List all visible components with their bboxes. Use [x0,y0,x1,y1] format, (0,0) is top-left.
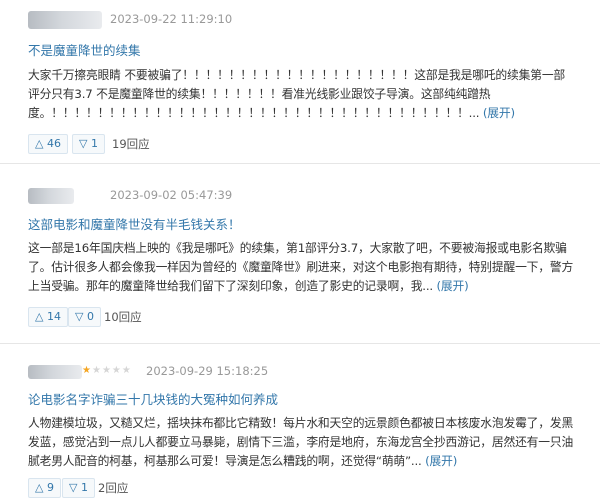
avatar[interactable] [28,365,82,379]
rating-stars: ★★★★★ [82,365,132,376]
review-body: 这一部是16年国庆档上映的《我是哪吒》的续集，第1部评分3.7，大家散了吧，不要… [28,239,576,296]
star-icon: ★ [82,365,92,376]
avatar[interactable] [28,11,102,29]
upvote-icon: △ [35,137,44,150]
review-date: 2023-09-29 15:18:25 [146,364,269,378]
downvote-count: 1 [90,137,98,150]
reply-link[interactable]: 2回应 [98,478,128,498]
downvote-icon: ▽ [79,137,88,150]
expand-link[interactable]: (展开) [437,279,469,293]
upvote-button[interactable]: △ 9 [28,478,61,498]
expand-link[interactable]: (展开) [483,106,515,120]
review-title[interactable]: 这部电影和魔童降世没有半毛钱关系！ [28,214,241,233]
downvote-count: 0 [86,310,94,323]
expand-link[interactable]: (展开) [425,454,457,468]
review-header: ★★★★★ 2023-09-29 15:18:25 [0,344,600,384]
upvote-button[interactable]: △ 14 [28,307,68,327]
downvote-count: 1 [80,481,88,494]
upvote-count: 9 [46,481,54,494]
upvote-count: 46 [46,137,61,150]
review-title[interactable]: 不是魔童降世的续集 [28,40,141,59]
avatar[interactable] [28,188,74,204]
review-body: 大家千万擦亮眼睛 不要被骗了！！！！！！！！！！！！！！！！！！！！这部是我是哪… [28,66,576,123]
review-item: 2023-09-22 11:29:10 不是魔童降世的续集 大家千万擦亮眼睛 不… [0,0,600,164]
review-title[interactable]: 论电影名字诈骗三十几块钱的大冤种如何养成 [28,389,278,408]
star-icon: ★ [121,365,132,376]
reply-link[interactable]: 10回应 [104,307,142,327]
star-icon: ★ [111,365,122,376]
downvote-icon: ▽ [75,310,84,323]
review-body: 人物建模垃圾，又糙又烂，揺块抹布都比它精致！每片水和天空的远景颜色都被日本核废水… [28,414,576,471]
downvote-button[interactable]: ▽ 1 [62,478,95,498]
downvote-button[interactable]: ▽ 0 [68,307,101,327]
review-body-text: 人物建模垃圾，又糙又烂，揺块抹布都比它精致！每片水和天空的远景颜色都被日本核废水… [28,416,574,468]
upvote-icon: △ [35,481,44,494]
star-icon: ★ [91,365,102,376]
upvote-icon: △ [35,310,44,323]
upvote-button[interactable]: △ 46 [28,134,68,154]
downvote-button[interactable]: ▽ 1 [72,134,105,154]
review-header: 2023-09-02 05:47:39 [0,164,600,204]
downvote-icon: ▽ [69,481,78,494]
review-item: 2023-09-02 05:47:39 这部电影和魔童降世没有半毛钱关系！ 这一… [0,164,600,344]
review-date: 2023-09-22 11:29:10 [110,12,233,26]
upvote-count: 14 [46,310,61,323]
review-item: ★★★★★ 2023-09-29 15:18:25 论电影名字诈骗三十几块钱的大… [0,344,600,499]
reply-link[interactable]: 19回应 [112,134,150,154]
star-icon: ★ [101,365,112,376]
review-date: 2023-09-02 05:47:39 [110,188,233,202]
review-header: 2023-09-22 11:29:10 [0,0,600,40]
review-body-text: 这一部是16年国庆档上映的《我是哪吒》的续集，第1部评分3.7，大家散了吧，不要… [28,241,574,293]
